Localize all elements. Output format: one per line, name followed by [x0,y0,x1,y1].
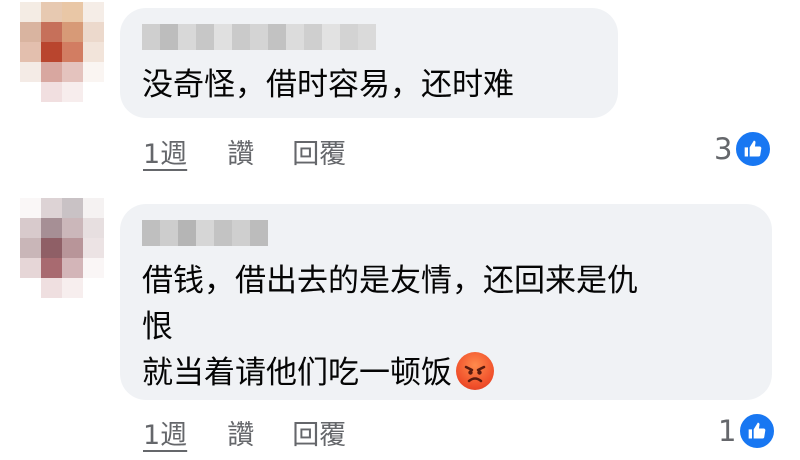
timestamp-link[interactable]: 1週 [143,413,187,452]
thumbs-up-icon [738,412,777,450]
reaction-count-label: 1 [718,414,737,448]
timestamp-link[interactable]: 1週 [143,132,187,171]
reaction-count[interactable]: 3 [714,130,773,168]
angry-face-icon [456,352,494,390]
comment-text: 没奇怪，借时容易，还时难 [142,67,514,103]
avatar[interactable] [20,2,104,102]
reaction-count-label: 3 [714,132,733,166]
avatar[interactable] [20,198,104,298]
comment-bubble: 借钱，借出去的是友情，还回来是仇 恨 就当着请他们吃一顿饭 [120,204,772,400]
like-button[interactable]: 讚 [227,413,254,452]
comment-text: 借钱，借出去的是友情，还回来是仇 恨 就当着请他们吃一顿饭 [142,263,638,391]
thumbs-up-icon [734,130,773,168]
comment-bubble: 没奇怪，借时容易，还时难 [120,8,618,118]
comment-actions: 1週 讚 回覆 [143,413,346,452]
commenter-name[interactable] [142,220,268,246]
reply-button[interactable]: 回覆 [292,132,346,171]
reply-button[interactable]: 回覆 [292,413,346,452]
commenter-name[interactable] [142,24,376,50]
like-button[interactable]: 讚 [227,132,254,171]
comment-actions: 1週 讚 回覆 [143,132,346,171]
reaction-count[interactable]: 1 [718,412,777,450]
